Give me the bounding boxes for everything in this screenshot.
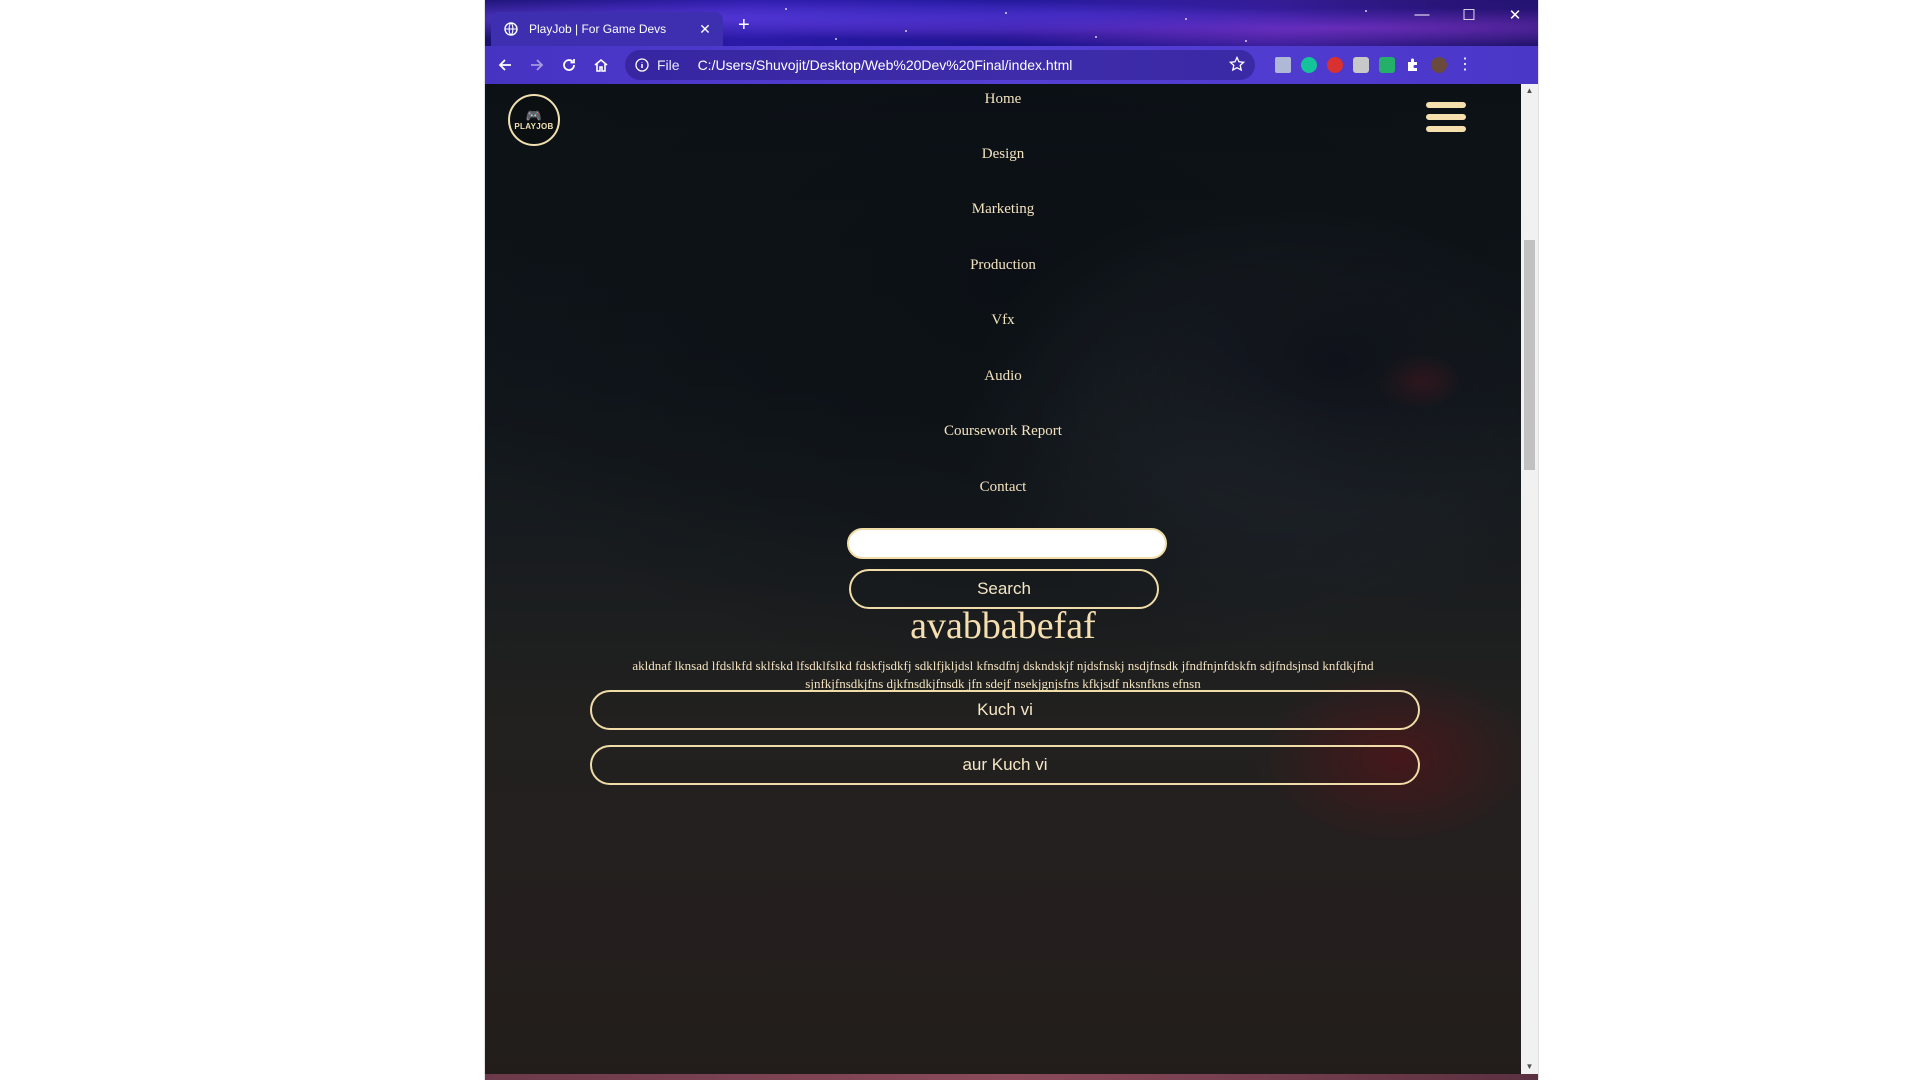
logo-text: PLAYJOB: [514, 121, 554, 131]
nav-item-contact[interactable]: Contact: [485, 479, 1521, 496]
puzzle-icon[interactable]: [1405, 57, 1421, 73]
nav-item-vfx[interactable]: Vfx: [485, 312, 1521, 329]
kuch-vi-button[interactable]: Kuch vi: [590, 690, 1420, 730]
page-heading: avabbabefaf: [910, 605, 1096, 647]
home-button[interactable]: [591, 55, 611, 75]
url-text[interactable]: C:/Users/Shuvojit/Desktop/Web%20Dev%20Fi…: [698, 57, 1073, 73]
browser-window: PlayJob | For Game Devs ✕ + — ☐ ✕ File C…: [485, 0, 1538, 1080]
title-bar: PlayJob | For Game Devs ✕ + — ☐ ✕: [485, 0, 1538, 46]
scheme-label: File: [657, 57, 680, 73]
search-button[interactable]: Search: [849, 569, 1159, 609]
pdf-extension-icon[interactable]: [1275, 57, 1291, 73]
profile-avatar[interactable]: [1431, 57, 1447, 73]
gamepad-icon: 🎮: [525, 107, 543, 123]
desktop-edge: [485, 1074, 1538, 1080]
bookmark-star-icon[interactable]: [1228, 55, 1246, 75]
info-icon[interactable]: [635, 58, 649, 72]
close-window-button[interactable]: ✕: [1500, 6, 1530, 24]
home-icon: [594, 58, 608, 72]
new-tab-button[interactable]: +: [738, 15, 750, 35]
grammarly-icon[interactable]: [1301, 57, 1317, 73]
nav-item-audio[interactable]: Audio: [485, 368, 1521, 385]
arrow-left-icon: [498, 59, 511, 71]
scroll-up-arrow-icon[interactable]: ▲: [1521, 84, 1538, 98]
browser-toolbar: File C:/Users/Shuvojit/Desktop/Web%20Dev…: [485, 46, 1538, 84]
minimize-button[interactable]: —: [1407, 6, 1437, 23]
body-paragraph: akldnaf lknsad lfdslkfd sklfskd lfsdklfs…: [632, 658, 1374, 691]
back-button[interactable]: [495, 55, 515, 75]
reload-icon: [563, 59, 575, 71]
scroll-down-arrow-icon[interactable]: ▼: [1521, 1060, 1538, 1074]
tab-title: PlayJob | For Game Devs: [529, 22, 667, 36]
nav-item-design[interactable]: Design: [485, 146, 1521, 163]
nav-item-home[interactable]: Home: [485, 91, 1521, 108]
address-bar[interactable]: File C:/Users/Shuvojit/Desktop/Web%20Dev…: [625, 50, 1255, 80]
vertical-scrollbar[interactable]: ▲ ▼: [1521, 84, 1538, 1074]
extension-icon[interactable]: [1353, 57, 1369, 73]
shield-extension-icon[interactable]: [1379, 57, 1395, 73]
browser-menu-icon[interactable]: ⋮: [1457, 57, 1473, 73]
browser-tab[interactable]: PlayJob | For Game Devs ✕: [491, 12, 723, 46]
nav-item-marketing[interactable]: Marketing: [485, 201, 1521, 218]
reload-button[interactable]: [559, 55, 579, 75]
arrow-right-icon: [531, 59, 544, 71]
tab-close-icon[interactable]: ✕: [697, 21, 713, 38]
adblock-icon[interactable]: [1327, 57, 1343, 73]
nav-item-production[interactable]: Production: [485, 257, 1521, 274]
maximize-button[interactable]: ☐: [1454, 6, 1484, 24]
aur-kuch-vi-button[interactable]: aur Kuch vi: [590, 745, 1420, 785]
nav-item-coursework-report[interactable]: Coursework Report: [485, 423, 1521, 440]
search-input[interactable]: [847, 528, 1167, 559]
page-viewport: 🎮 PLAYJOB Home Design Marketing Producti…: [485, 84, 1521, 1074]
forward-button[interactable]: [527, 55, 547, 75]
globe-icon: [503, 21, 519, 37]
scrollbar-thumb[interactable]: [1524, 240, 1535, 470]
